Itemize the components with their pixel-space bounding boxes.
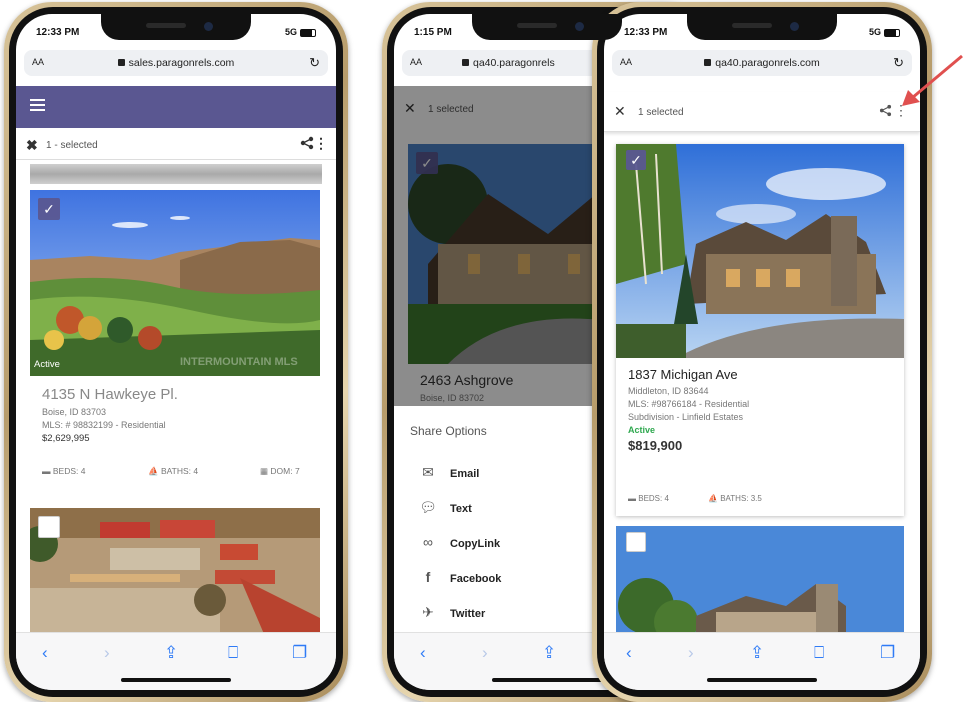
listing-photo-2[interactable] — [30, 508, 320, 648]
status-badge: Active — [34, 359, 60, 370]
hamburger-menu-icon[interactable] — [30, 99, 45, 111]
status-time: 1:15 PM — [414, 27, 452, 38]
unselected-checkbox[interactable] — [38, 516, 60, 538]
share-text-option[interactable]: 💬︎ Text — [418, 499, 472, 516]
email-icon: ✉ — [422, 464, 434, 480]
bed-icon: ▬ — [42, 466, 51, 476]
bookmarks-icon[interactable]: ⎕ — [814, 643, 824, 663]
back-icon[interactable]: ‹ — [626, 643, 632, 663]
lock-icon — [117, 59, 125, 66]
share-icon[interactable] — [879, 104, 892, 120]
listing-price: $2,629,995 — [42, 433, 90, 444]
mls-watermark: INTERMOUNTAIN MLS — [180, 356, 298, 368]
listing-mls: MLS: # 98832199 - Residential — [42, 420, 166, 430]
bath-icon: ⛵ — [708, 494, 718, 503]
signal-indicator: 5G — [869, 27, 900, 37]
selection-count: 1 selected — [638, 107, 684, 118]
status-badge: Active — [628, 425, 656, 435]
phone-3-screen: 12:33 PM 5G AA qa40.paragonrels.com ↻ ✕ … — [604, 14, 920, 690]
listing-details: 4135 N Hawkeye Pl. Boise, ID 83703 MLS: … — [42, 387, 178, 445]
browser-toolbar: ‹ › ⇪ ⎕ ❐ — [604, 632, 920, 690]
dom-value: DOM: 7 — [270, 466, 300, 476]
listing-photo[interactable]: ✓ Active INTERMOUNTAIN MLS — [30, 190, 320, 376]
home-indicator — [707, 678, 817, 682]
back-icon[interactable]: ‹ — [42, 643, 48, 663]
share-twitter-option[interactable]: ✈ Twitter — [418, 604, 485, 621]
close-selection-icon[interactable]: ✕ — [614, 103, 626, 120]
bed-icon: ▬ — [628, 494, 636, 503]
more-options-icon[interactable]: ⋮ — [314, 135, 328, 152]
listing-address[interactable]: 4135 N Hawkeye Pl. — [42, 387, 178, 402]
home-indicator — [121, 678, 231, 682]
listing-address[interactable]: 1837 Michigan Ave — [628, 368, 749, 381]
share-sheet-icon[interactable]: ⇪ — [750, 643, 764, 663]
listing-city: Middleton, ID 83644 — [628, 386, 709, 396]
phone-3: 12:33 PM 5G AA qa40.paragonrels.com ↻ ✕ … — [592, 2, 932, 702]
clear-selection-icon[interactable]: ✖ — [26, 137, 38, 154]
baths-value: BATHS: 3.5 — [720, 494, 762, 503]
listing-subdivision: Subdivision - Linfield Estates — [628, 412, 744, 422]
reload-icon[interactable]: ↻ — [309, 55, 320, 71]
forward-icon[interactable]: › — [104, 643, 110, 663]
signal-indicator: 5G — [285, 27, 316, 37]
selected-checkbox[interactable]: ✓ — [626, 150, 646, 170]
back-icon[interactable]: ‹ — [420, 643, 426, 663]
twitter-icon: ✈ — [422, 604, 434, 620]
listing-city: Boise, ID 83703 — [42, 407, 107, 417]
phone-1: 12:33 PM 5G AA sales.paragonrels.com ↻ ✖… — [4, 2, 348, 702]
share-facebook-option[interactable]: f Facebook — [418, 569, 502, 585]
forward-icon[interactable]: › — [688, 643, 694, 663]
share-icon[interactable] — [300, 136, 314, 153]
share-email-option[interactable]: ✉ Email — [418, 464, 479, 481]
bookmarks-icon[interactable]: ⎕ — [228, 643, 238, 663]
unselected-checkbox[interactable] — [626, 532, 646, 552]
chat-icon: 💬︎ — [419, 499, 437, 515]
lock-icon — [704, 59, 712, 66]
listing-details: 1837 Michigan Ave Middleton, ID 83644 ML… — [628, 368, 749, 452]
browser-toolbar: ‹ › ⇪ ⎕ ❐ — [16, 632, 336, 690]
phone-1-screen: 12:33 PM 5G AA sales.paragonrels.com ↻ ✖… — [16, 14, 336, 690]
app-header — [16, 86, 336, 128]
listing-photo[interactable]: ✓ — [616, 144, 904, 358]
listing-price: $819,900 — [628, 438, 683, 453]
home-indicator — [492, 678, 602, 682]
selected-checkbox[interactable]: ✓ — [38, 198, 60, 220]
url-text: qa40.paragonrels.com — [715, 57, 820, 69]
forward-icon[interactable]: › — [482, 643, 488, 663]
bath-icon: ⛵ — [148, 466, 159, 476]
share-sheet-icon[interactable]: ⇪ — [164, 643, 178, 663]
selection-toolbar: ✕ 1 selected ⋮ — [604, 92, 920, 132]
share-copylink-option[interactable]: ∞ CopyLink — [418, 534, 500, 550]
url-bar[interactable]: AA qa40.paragonrels.com ↻ — [612, 50, 912, 76]
url-text: sales.paragonrels.com — [128, 57, 235, 69]
baths-value: BATHS: 4 — [160, 466, 199, 476]
share-sheet-icon[interactable]: ⇪ — [542, 643, 556, 663]
status-time: 12:33 PM — [624, 27, 668, 38]
facebook-icon: f — [425, 569, 431, 585]
lock-icon — [462, 59, 469, 66]
status-time: 12:33 PM — [36, 27, 80, 38]
link-icon: ∞ — [423, 534, 433, 550]
listing-mls: MLS: #98766184 - Residential — [628, 399, 750, 409]
selection-count: 1 - selected — [46, 140, 98, 151]
reader-aa-button[interactable]: AA — [410, 57, 422, 67]
beds-value: BEDS: 4 — [638, 494, 669, 503]
beds-value: BEDS: 4 — [52, 466, 86, 476]
url-text: qa40.paragonrels — [473, 57, 555, 69]
share-options-title: Share Options — [410, 424, 487, 438]
battery-icon — [300, 28, 316, 37]
tabs-icon[interactable]: ❐ — [292, 643, 307, 663]
annotation-arrow — [902, 54, 963, 106]
selection-toolbar: ✖ 1 - selected ⋮ — [16, 130, 336, 160]
battery-icon — [884, 28, 900, 37]
listing-photo-2[interactable] — [616, 526, 904, 646]
url-bar[interactable]: AA sales.paragonrels.com ↻ — [24, 50, 328, 76]
scroll-shadow — [30, 164, 322, 184]
calendar-icon: ▦ — [260, 466, 269, 476]
tabs-icon[interactable]: ❐ — [880, 643, 895, 663]
listing-card[interactable]: ✓ 1837 Michigan Ave Middleton, ID 83644 … — [616, 144, 904, 516]
